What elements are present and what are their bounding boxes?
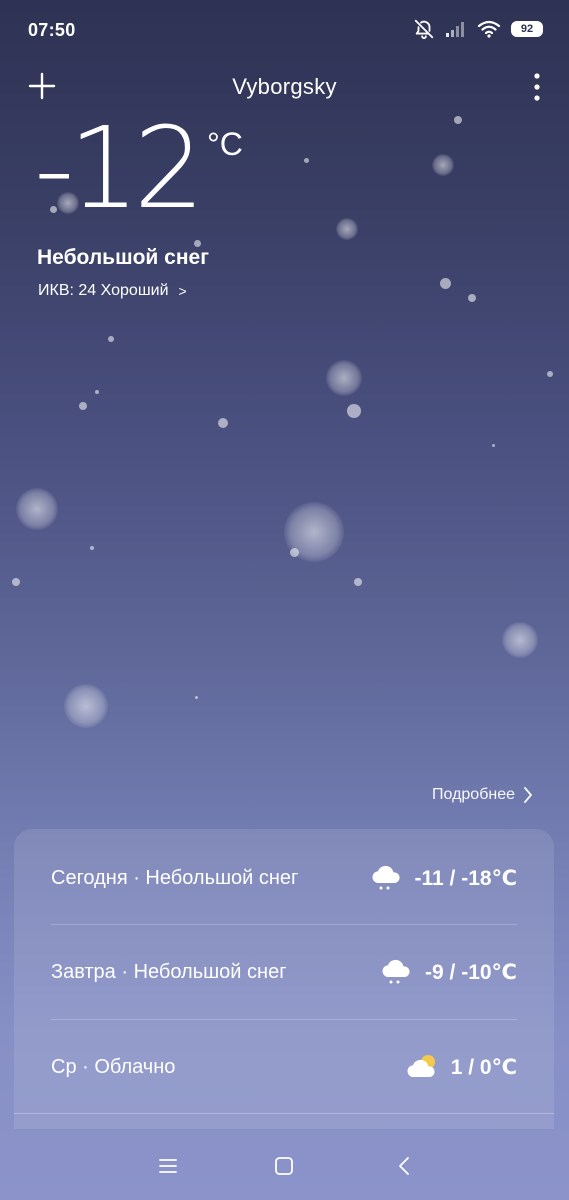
more-details-link[interactable]: Подробнее bbox=[432, 786, 533, 804]
forecast-day-label: Ср · Облачно bbox=[51, 1055, 176, 1078]
more-vertical-icon[interactable] bbox=[531, 72, 543, 102]
forecast-row-tomorrow[interactable]: Завтра · Небольшой снег -9 / -10℃ bbox=[51, 925, 517, 1019]
forecast-row-wednesday[interactable]: Ср · Облачно 1 / 0℃ bbox=[51, 1020, 517, 1114]
temperature-value: -12 bbox=[34, 104, 205, 234]
status-bar: 07:50 92 bbox=[0, 0, 569, 62]
status-icons: 92 bbox=[413, 18, 543, 40]
signal-icon bbox=[446, 22, 464, 37]
forecast-row-today[interactable]: Сегодня · Небольшой снег -11 / -18℃ bbox=[51, 831, 517, 925]
snow-cloud-icon bbox=[371, 865, 400, 890]
forecast-range: -11 / -18℃ bbox=[414, 866, 517, 890]
current-temperature: -12 °C bbox=[34, 104, 243, 234]
forecast-day-label: Сегодня · Небольшой снег bbox=[51, 866, 299, 889]
navigation-bar bbox=[0, 1130, 569, 1200]
temperature-unit: °C bbox=[206, 126, 243, 162]
aqi-label: ИКВ: 24 Хороший bbox=[38, 282, 169, 299]
forecast-day-label: Завтра · Небольшой снег bbox=[51, 960, 287, 983]
back-chevron-icon[interactable] bbox=[392, 1154, 416, 1178]
battery-icon: 92 bbox=[511, 21, 543, 37]
forecast-range: 1 / 0℃ bbox=[450, 1055, 517, 1079]
partly-cloudy-icon bbox=[407, 1055, 435, 1077]
forecast-card: Сегодня · Небольшой снег -11 / -18℃ Завт… bbox=[14, 829, 554, 1129]
city-name[interactable]: Vyborgsky bbox=[0, 74, 569, 100]
chevron-right-icon bbox=[524, 787, 532, 803]
current-condition: Небольшой снег bbox=[37, 246, 209, 269]
aqi-arrow: > bbox=[178, 283, 187, 299]
battery-level: 92 bbox=[520, 23, 534, 35]
aqi-link[interactable]: ИКВ: 24 Хороший > bbox=[38, 282, 187, 300]
more-details-label: Подробнее bbox=[432, 786, 515, 803]
forecast-range: -9 / -10℃ bbox=[425, 960, 517, 984]
snow-cloud-icon bbox=[382, 959, 410, 984]
home-square-icon[interactable] bbox=[272, 1154, 296, 1178]
bell-off-icon bbox=[414, 19, 434, 40]
menu-icon[interactable] bbox=[156, 1154, 180, 1178]
wifi-icon bbox=[477, 20, 501, 38]
forecast-card-divider bbox=[14, 1113, 554, 1114]
status-time: 07:50 bbox=[28, 20, 76, 40]
